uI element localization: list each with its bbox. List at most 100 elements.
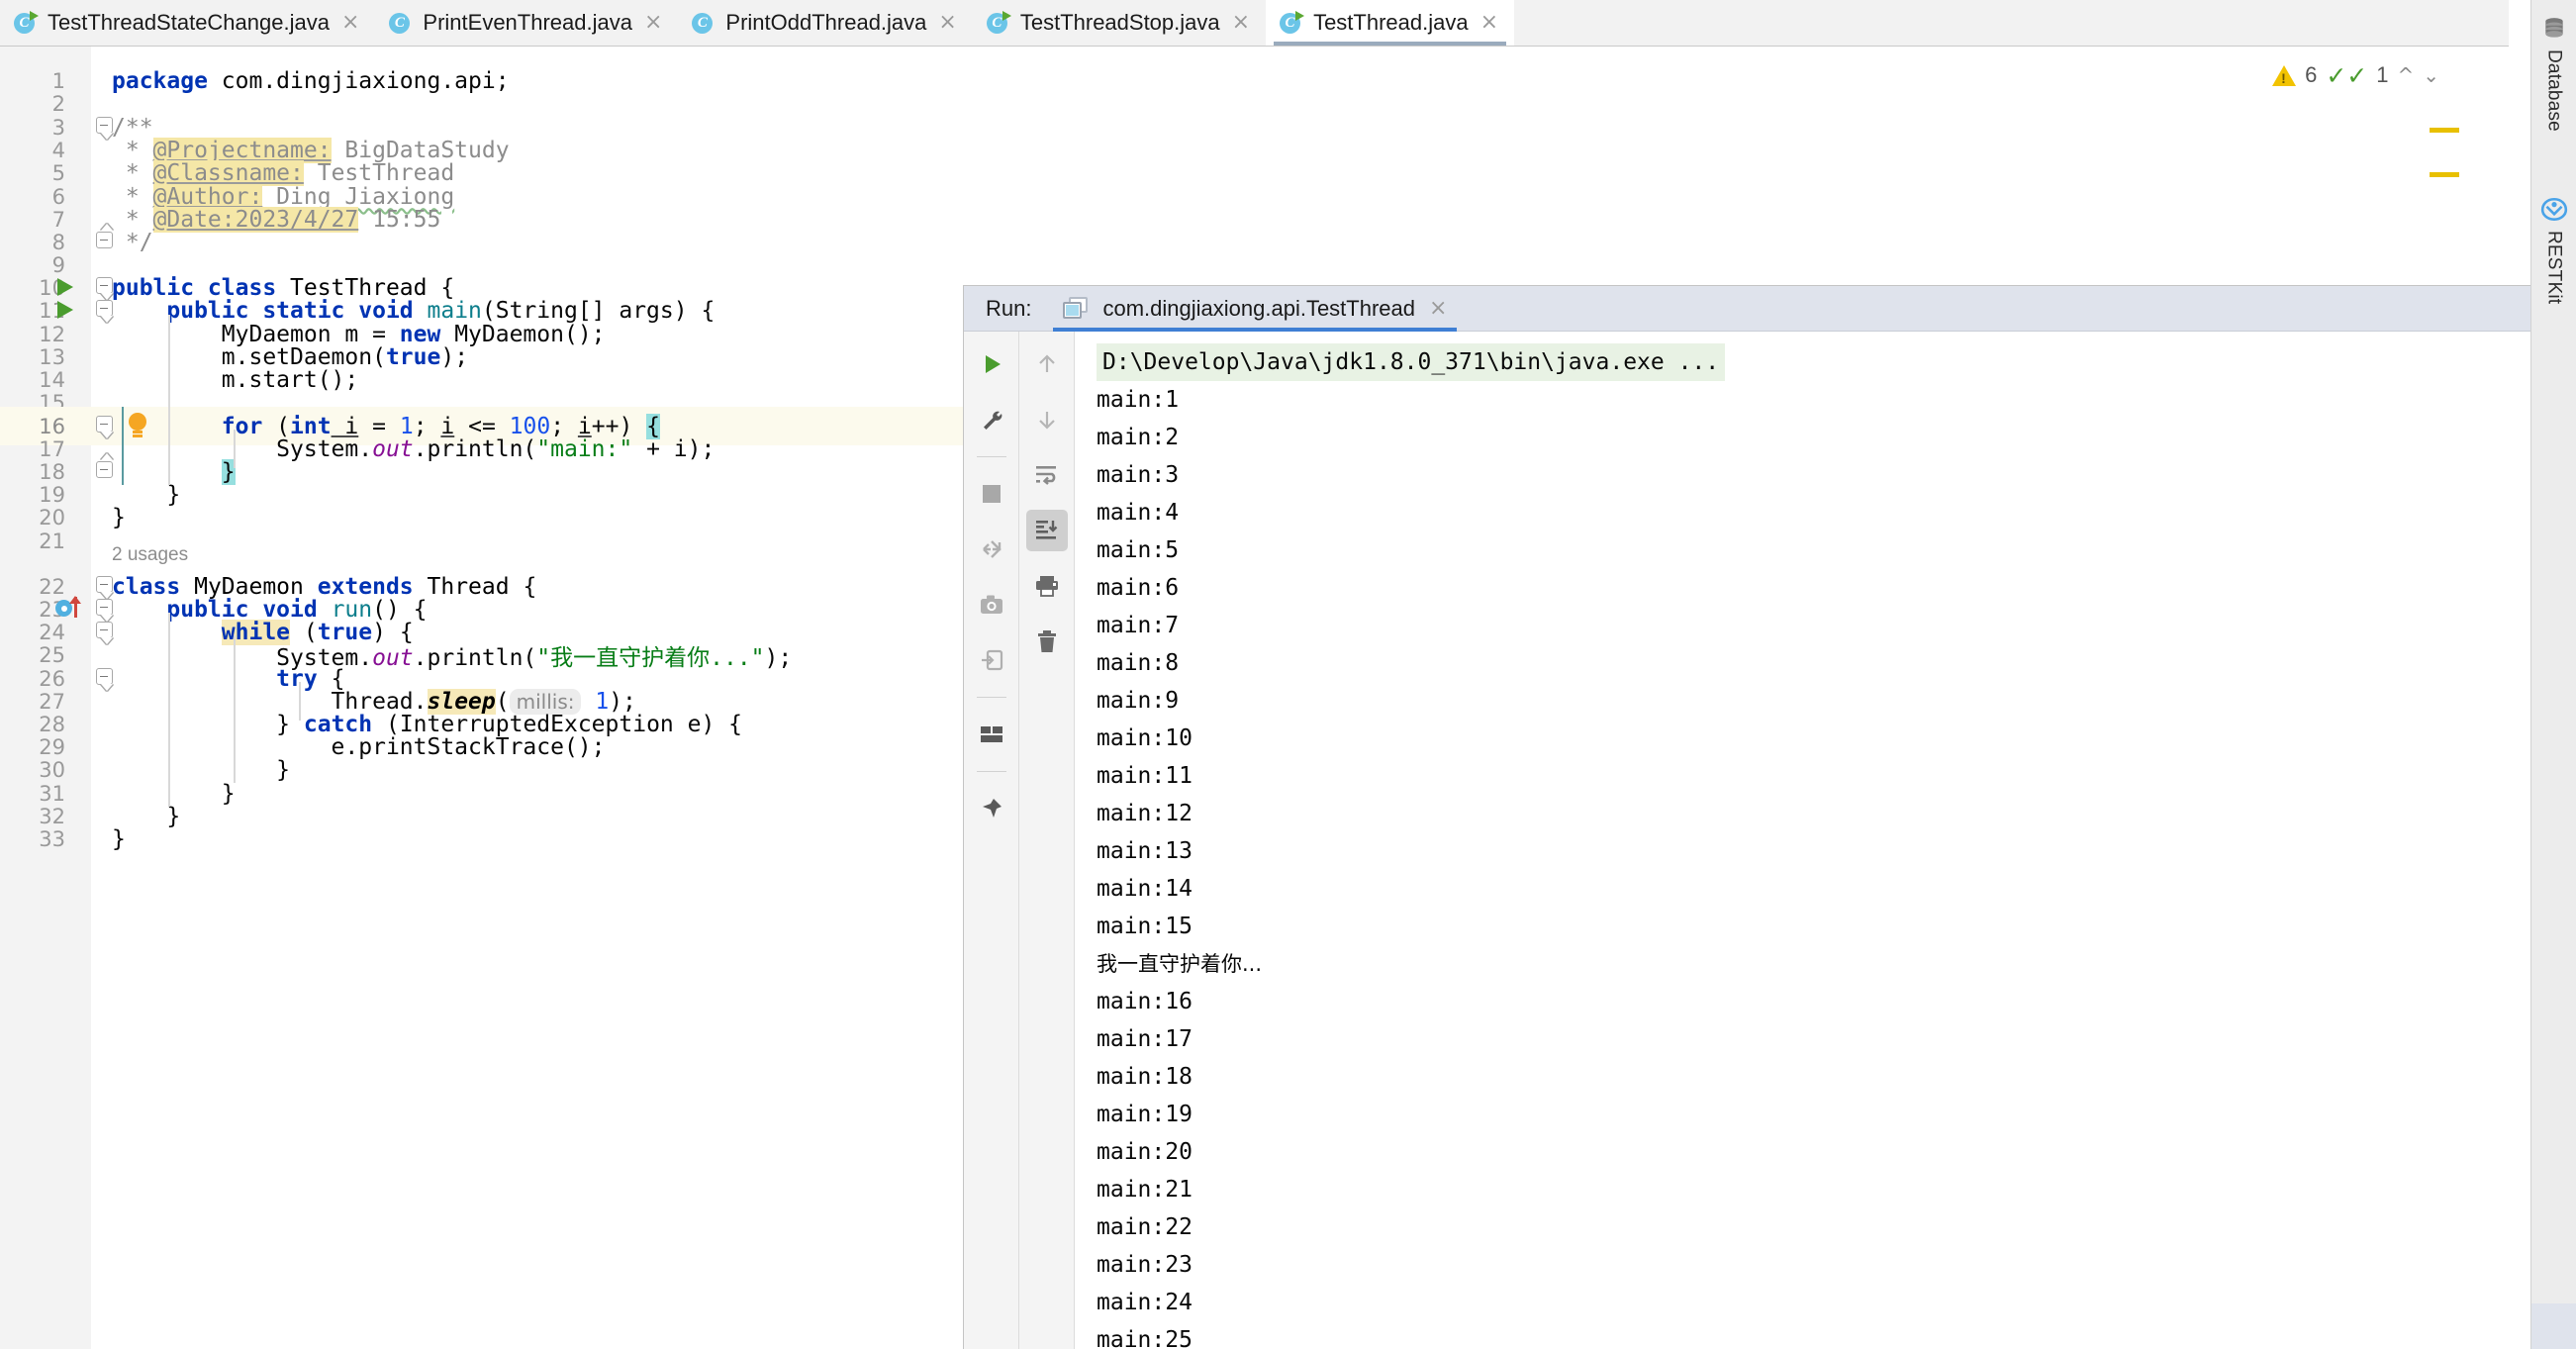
intention-bulb-icon[interactable] [127,413,148,438]
fold-marker[interactable] [93,276,115,300]
up-button[interactable] [1026,343,1068,385]
editor-tab-3[interactable]: C TestThreadStop.java × [973,0,1266,46]
export-arrow-icon [980,648,1003,672]
fold-marker[interactable] [93,598,115,622]
usages-hint[interactable]: 2 usages [112,544,188,566]
edit-configuration-button[interactable] [971,399,1012,440]
console-output-line: main:9 [1097,688,1180,714]
console-output-line: 我一直守护着你... [1097,952,1263,976]
sidebar-item-restkit[interactable]: RESTKit [2540,191,2568,310]
close-icon[interactable]: × [1429,296,1447,321]
camera-icon [980,594,1003,616]
fold-marker[interactable] [93,116,115,140]
rerun-button[interactable] [971,343,1012,385]
run-tool-window: Run: com.dingjiaxiong.api.TestThread × D… [963,285,2530,1349]
console-output-line: main:24 [1097,1290,1193,1315]
java-class-runnable-icon: C [986,11,1011,35]
console-output-line: main:6 [1097,575,1180,601]
layout-icon [980,725,1003,743]
console-output-line: main:5 [1097,537,1180,563]
separator [976,697,1006,698]
pin-icon [980,797,1003,820]
line-number: 21 [39,529,65,553]
console-output-line: main:13 [1097,838,1193,864]
java-class-runnable-icon: C [14,11,39,35]
editor-tab-label: TestThread.java [1313,10,1469,35]
indent-guide [168,613,170,807]
close-icon[interactable]: × [1230,12,1250,34]
scroll-to-end-button[interactable] [1025,510,1068,551]
arrow-down-icon [1035,408,1059,432]
sidebar-item-database[interactable]: Database [2541,10,2567,138]
console-output-line: main:20 [1097,1139,1193,1165]
print-button[interactable] [1026,565,1068,607]
run-label: Run: [986,295,1032,321]
fold-marker[interactable] [93,224,115,252]
close-icon[interactable]: × [1479,12,1498,34]
console-command-line: D:\Develop\Java\jdk1.8.0_371\bin\java.ex… [1097,343,1726,381]
play-icon [980,352,1003,376]
console-output-line: main:18 [1097,1064,1193,1090]
stop-button[interactable] [971,473,1012,515]
editor-tab-label: PrintEvenThread.java [423,10,632,35]
console-output-line: main:25 [1097,1327,1193,1349]
run-toolbar-right [1019,332,1075,1349]
console-output-line: main:7 [1097,613,1180,638]
editor-tab-2[interactable]: C PrintOddThread.java × [678,0,972,46]
fold-marker[interactable] [93,667,115,691]
printer-icon [1035,575,1059,597]
right-tool-stripe: Database RESTKit [2530,0,2576,1349]
editor-tab-4[interactable]: C TestThread.java × [1266,0,1515,46]
editor-tab-label: PrintOddThread.java [725,10,927,35]
close-icon[interactable]: × [642,12,662,34]
rerun-failed-icon [980,537,1003,561]
indent-guide [168,315,170,485]
editor-tab-1[interactable]: C PrintEvenThread.java × [375,0,678,46]
status-bar-corner [2530,1303,2576,1349]
console-output-line: main:12 [1097,801,1193,826]
layout-settings-button[interactable] [971,714,1012,755]
indent-guide [234,635,236,783]
console-output-line: main:11 [1097,763,1193,789]
editor-tab-bar: C TestThreadStateChange.java × C PrintEvenTh… [0,0,2509,47]
close-icon[interactable]: × [339,12,359,34]
wrench-icon [980,408,1003,432]
fold-marker[interactable] [93,575,115,599]
fold-marker[interactable] [93,299,115,323]
pin-tab-button[interactable] [971,788,1012,829]
console-output-line: main:3 [1097,462,1180,488]
console-output-line: main:2 [1097,425,1180,450]
console-output-line: main:1 [1097,387,1180,413]
close-icon[interactable]: × [936,12,956,34]
console-output-line: main:4 [1097,500,1180,526]
console-output-line: main:8 [1097,650,1180,676]
console-output-line: main:19 [1097,1102,1193,1127]
fold-marker[interactable] [93,415,115,438]
trash-icon [1036,629,1058,653]
arrow-up-icon [1035,352,1059,376]
fold-marker[interactable] [93,621,115,644]
down-button[interactable] [1026,399,1068,440]
sidebar-item-database-label: Database [2543,49,2565,132]
fold-marker[interactable] [93,453,115,482]
sidebar-item-restkit-label: RESTKit [2543,230,2565,305]
code-text: } [112,825,126,852]
run-configuration-tab[interactable]: com.dingjiaxiong.api.TestThread × [1053,286,1458,333]
clear-all-button[interactable] [1026,621,1068,662]
rerun-failed-tests-button[interactable] [971,529,1012,570]
console-output[interactable]: D:\Develop\Java\jdk1.8.0_371\bin\java.ex… [1075,332,2530,1349]
java-class-icon: C [389,11,413,35]
indent-guide [234,430,236,468]
soft-wrap-button[interactable] [1026,454,1068,496]
console-output-line: main:16 [1097,989,1193,1014]
run-gutter-arrow[interactable] [57,301,73,319]
screenshot-button[interactable] [971,584,1012,626]
scroll-to-end-icon [1035,520,1059,541]
run-tool-window-body: D:\Develop\Java\jdk1.8.0_371\bin\java.ex… [964,332,2530,1349]
run-gutter-arrow[interactable] [57,278,73,296]
editor-tab-0[interactable]: C TestThreadStateChange.java × [0,0,375,46]
editor-tab-label: TestThreadStateChange.java [48,10,330,35]
run-configuration-icon [1063,296,1089,321]
export-button[interactable] [971,639,1012,681]
override-method-marker[interactable] [55,596,89,622]
